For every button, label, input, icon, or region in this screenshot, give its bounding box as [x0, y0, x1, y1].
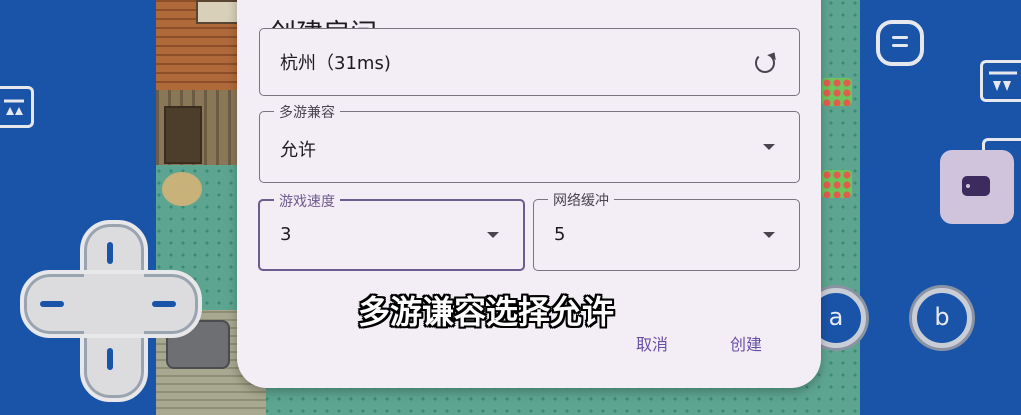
dpad-left-icon[interactable]: [40, 301, 64, 307]
subtitle-caption: 多游谦容选择允许: [358, 293, 615, 331]
chevron-down-icon: [763, 232, 775, 238]
building-window: [196, 0, 240, 24]
multi-game-compat-value: 允许: [280, 140, 316, 161]
b-button-label: b: [934, 303, 950, 331]
building-door: [164, 106, 202, 164]
game-speed-label: 游戏速度: [274, 191, 340, 211]
game-speed-select[interactable]: 游戏速度 3: [258, 191, 525, 271]
multi-game-compat-label: 多游兼容: [274, 102, 340, 122]
chat-icon-dot: [966, 184, 970, 188]
save-state-icon[interactable]: [0, 86, 34, 128]
game-speed-value: 3: [280, 224, 292, 245]
create-button[interactable]: 创建: [730, 331, 762, 355]
net-buffer-label: 网络缓冲: [548, 190, 614, 210]
dpad-right-icon[interactable]: [152, 301, 176, 307]
multi-game-compat-select[interactable]: 多游兼容 允许: [259, 102, 800, 183]
a-button-label: a: [828, 303, 844, 331]
sand-patch: [162, 172, 202, 206]
chevron-down-icon: [763, 144, 775, 150]
net-buffer-value: 5: [554, 224, 566, 245]
dpad-down-icon[interactable]: [107, 348, 113, 370]
menu-icon[interactable]: [876, 20, 924, 66]
server-field[interactable]: 杭州（31ms): [259, 28, 800, 96]
load-state-icon[interactable]: [980, 60, 1021, 102]
flower-bed: [822, 78, 852, 106]
chevron-down-icon: [487, 232, 499, 238]
cancel-button[interactable]: 取消: [636, 331, 668, 355]
net-buffer-select[interactable]: 网络缓冲 5: [533, 190, 800, 271]
dpad-up-icon[interactable]: [107, 242, 113, 264]
dpad-center: [84, 274, 144, 334]
server-value: 杭州（31ms): [280, 53, 391, 74]
chat-button[interactable]: [940, 150, 1014, 224]
b-button[interactable]: b: [912, 288, 972, 348]
refresh-icon[interactable]: [755, 53, 775, 73]
flower-bed: [822, 170, 852, 198]
